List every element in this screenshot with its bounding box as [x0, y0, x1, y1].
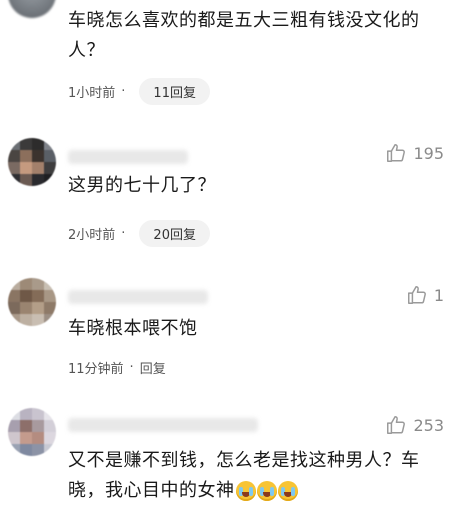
like-count: 195: [413, 143, 444, 163]
thumbs-up-icon: [387, 144, 406, 162]
comment-meta: 1小时前 · 11回复: [68, 78, 210, 105]
comment-time: 2小时前: [68, 228, 116, 243]
like-count: 1: [433, 285, 444, 305]
meta-separator: ·: [121, 226, 126, 241]
like-count: 253: [413, 415, 444, 435]
username[interactable]: [68, 290, 208, 304]
avatar-image: [8, 138, 56, 186]
comment-text: 这男的七十几了？: [68, 175, 216, 196]
avatar[interactable]: [8, 408, 56, 456]
avatar[interactable]: [8, 138, 56, 186]
avatar-image: [8, 278, 56, 326]
avatar[interactable]: [8, 0, 56, 18]
thumbs-up-icon: [407, 286, 426, 304]
username[interactable]: [68, 150, 188, 164]
comment-text: 又不是赚不到钱，怎么老是找这种男人？车晓，我心目中的女神: [68, 446, 420, 506]
username[interactable]: [68, 418, 258, 432]
like-button[interactable]: 253: [385, 414, 444, 436]
comment-meta: 11分钟前 · 回复: [68, 358, 166, 377]
comment-text: 车晓怎么喜欢的都是五大三粗有钱没文化的人？: [68, 10, 420, 61]
crying-emoji-icon: [235, 481, 256, 501]
like-button[interactable]: 195: [385, 142, 444, 164]
reply-button[interactable]: 11回复: [139, 78, 210, 105]
avatar[interactable]: [8, 278, 56, 326]
comment-meta: 2小时前 · 20回复: [68, 220, 210, 247]
reply-button[interactable]: 20回复: [139, 220, 210, 247]
meta-separator: ·: [129, 360, 134, 375]
thumbs-up-icon: [387, 416, 406, 434]
comment-time: 11分钟前: [68, 362, 124, 377]
crying-emoji-icon: [277, 481, 298, 501]
comment-text: 车晓根本喂不饱: [68, 318, 198, 339]
reply-button[interactable]: 回复: [140, 358, 166, 377]
comment-time: 1小时前: [68, 86, 116, 101]
like-button[interactable]: 1: [406, 284, 444, 306]
crying-emoji-icon: [256, 481, 277, 501]
meta-separator: ·: [121, 84, 126, 99]
avatar-image: [8, 408, 56, 456]
